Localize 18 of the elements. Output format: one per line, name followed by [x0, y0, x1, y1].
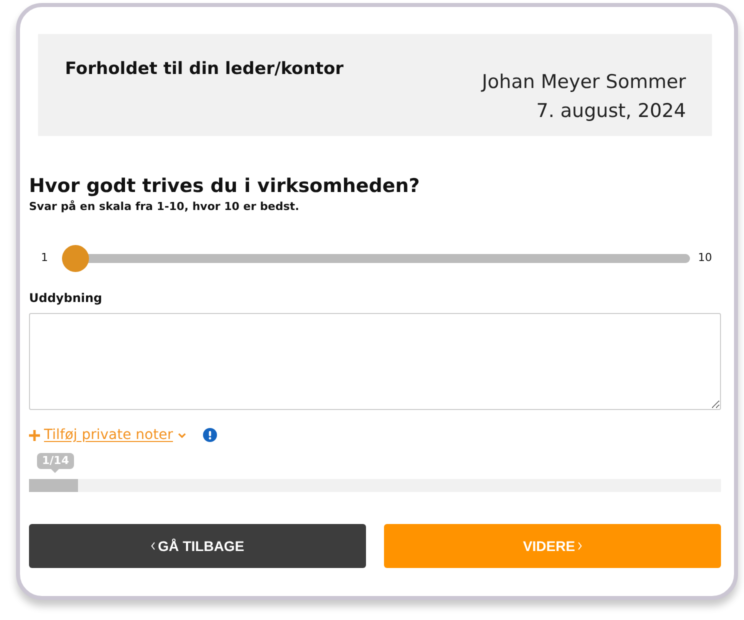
- field-label: Uddybning: [29, 290, 102, 306]
- question-title: Hvor godt trives du i virksomheden?: [29, 174, 420, 198]
- scale-max-label: 10: [698, 250, 712, 266]
- section-title: Forholdet til din leder/kontor: [65, 58, 344, 80]
- chevron-left-icon: [150, 542, 155, 550]
- info-icon[interactable]: [202, 428, 217, 442]
- add-notes-link[interactable]: Tilføj private noter: [29, 426, 186, 444]
- question-hint: Svar på en skala fra 1-10, hvor 10 er bedst.: [29, 200, 300, 214]
- chevron-down-icon: [178, 432, 186, 438]
- meeting-date: 7. august, 2024: [536, 99, 686, 124]
- next-button[interactable]: VIDERE: [384, 524, 721, 568]
- scale-min-label: 1: [41, 250, 49, 266]
- employee-name: Johan Meyer Sommer: [482, 70, 686, 95]
- back-button[interactable]: GÅ TILBAGE: [29, 524, 366, 568]
- chevron-right-icon: [578, 542, 582, 550]
- slider-thumb[interactable]: [62, 244, 89, 272]
- elaboration-field[interactable]: [29, 313, 721, 410]
- plus-icon: [29, 430, 40, 440]
